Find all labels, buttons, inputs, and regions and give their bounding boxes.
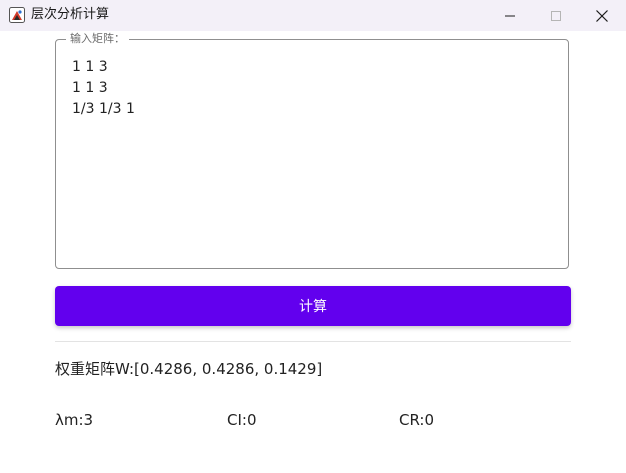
weight-vector-result: 权重矩阵W:[0.4286, 0.4286, 0.1429] xyxy=(55,360,323,378)
lambda-max-result: λm:3 xyxy=(55,411,94,429)
java-app-icon[interactable] xyxy=(9,7,25,23)
matrix-input-label: 输入矩阵： xyxy=(66,32,129,46)
title-bar[interactable]: 层次分析计算 xyxy=(0,0,626,31)
cr-result: CR:0 xyxy=(399,411,435,429)
maximize-icon xyxy=(551,10,561,21)
calculate-button-label: 计算 xyxy=(299,299,327,315)
matrix-input-field[interactable]: 1 1 3 1 1 3 1/3 1/3 1 xyxy=(72,57,552,257)
minimize-button[interactable] xyxy=(487,0,533,31)
close-button[interactable] xyxy=(579,0,625,31)
app-window: 层次分析计算 输入矩阵： 1 1 3 1 1 3 1/3 1/3 1 计算 权重 xyxy=(0,0,626,473)
maximize-button[interactable] xyxy=(533,0,579,31)
close-icon xyxy=(596,9,608,22)
ci-result: CI:0 xyxy=(227,411,257,429)
window-title: 层次分析计算 xyxy=(31,7,110,22)
calculate-button[interactable]: 计算 xyxy=(55,286,571,326)
minimize-icon xyxy=(505,11,515,21)
divider xyxy=(55,341,571,342)
